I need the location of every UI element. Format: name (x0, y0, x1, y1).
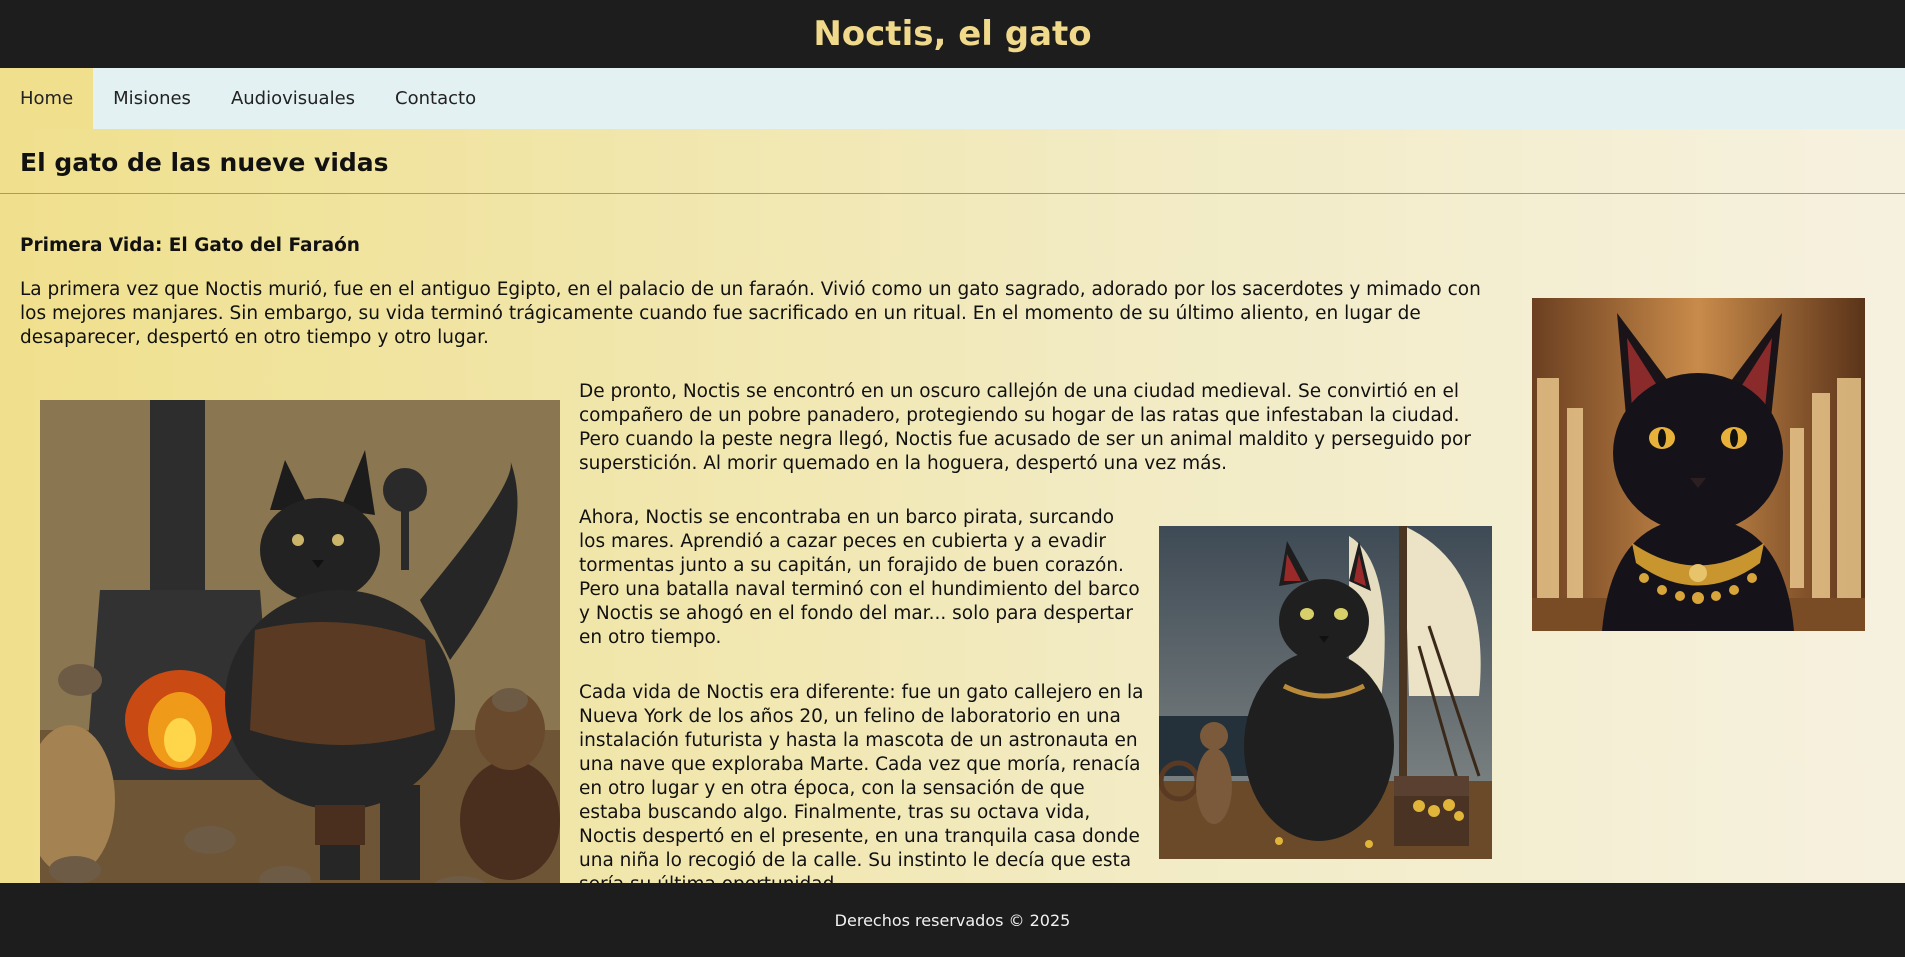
paragraph-3: Ahora, Noctis se encontraba en un barco … (579, 507, 1140, 648)
nav-item-audiovisuales[interactable]: Audiovisuales (211, 68, 375, 129)
nav-item-misiones[interactable]: Misiones (93, 68, 211, 129)
site-title: Noctis, el gato (813, 14, 1092, 54)
site-footer: Derechos reservados © 2025 (0, 883, 1905, 957)
nav-item-contacto[interactable]: Contacto (375, 68, 496, 129)
paragraph-1: La primera vez que Noctis murió, fue en … (20, 279, 1481, 348)
page-title: El gato de las nueve vidas (20, 148, 389, 177)
main-content[interactable]: Primera Vida: El Gato del Faraón La prim… (0, 194, 1905, 883)
paragraph-2: De pronto, Noctis se encontró en un oscu… (579, 381, 1471, 474)
main-nav: Home Misiones Audiovisuales Contacto (0, 68, 1905, 129)
pharaoh-cat-image (1532, 298, 1865, 631)
copyright-text: Derechos reservados © 2025 (834, 910, 1071, 930)
site-header: Noctis, el gato (0, 0, 1905, 68)
subtitle: Primera Vida: El Gato del Faraón (20, 235, 360, 256)
pirate-cat-image (1159, 526, 1492, 859)
nav-item-home[interactable]: Home (0, 68, 94, 129)
medieval-cat-image (40, 400, 560, 883)
paragraph-4: Cada vida de Noctis era diferente: fue u… (579, 682, 1144, 883)
